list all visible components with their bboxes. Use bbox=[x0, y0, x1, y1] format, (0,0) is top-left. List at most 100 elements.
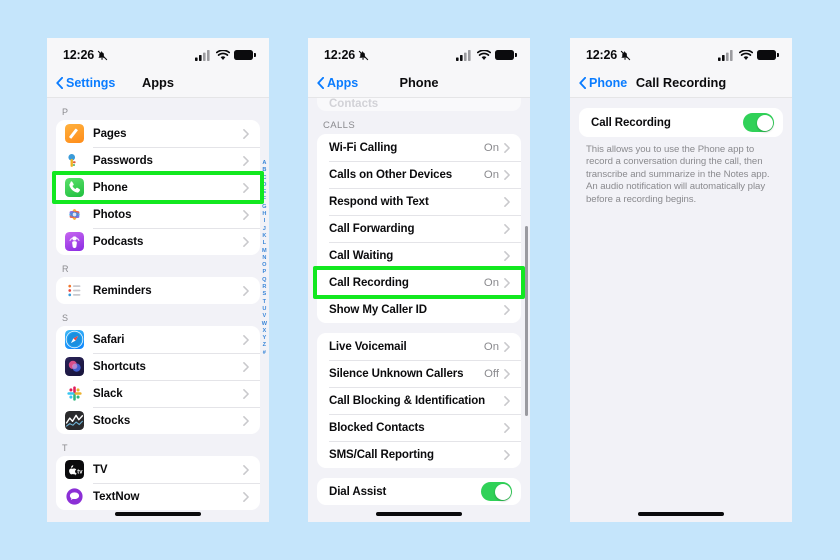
settings-row-call-forwarding[interactable]: Call Forwarding bbox=[317, 215, 521, 242]
call-recording-toggle[interactable] bbox=[743, 113, 774, 132]
chevron-right-icon bbox=[243, 128, 249, 139]
app-row-stocks[interactable]: Stocks bbox=[56, 407, 260, 434]
settings-group-2: Dial Assist bbox=[317, 478, 521, 505]
back-button-apps[interactable]: Apps bbox=[308, 76, 358, 90]
app-row-podcasts[interactable]: Podcasts bbox=[56, 228, 260, 255]
settings-row-call-blocking-identification[interactable]: Call Blocking & Identification bbox=[317, 387, 521, 414]
chevron-right-icon bbox=[504, 368, 510, 379]
alpha-index-e[interactable]: E bbox=[262, 189, 266, 196]
status-time: 12:26 bbox=[63, 48, 94, 62]
alpha-index-j[interactable]: J bbox=[263, 226, 266, 233]
app-group-r: Reminders bbox=[56, 277, 260, 304]
section-header-r: R bbox=[62, 264, 69, 274]
settings-row-respond-with-text[interactable]: Respond with Text bbox=[317, 188, 521, 215]
alpha-index-q[interactable]: Q bbox=[262, 277, 266, 284]
settings-row-show-my-caller-id[interactable]: Show My Caller ID bbox=[317, 296, 521, 323]
settings-group-1: Live Voicemail On Silence Unknown Callers O… bbox=[317, 333, 521, 468]
section-header-p: P bbox=[62, 107, 69, 117]
app-row-shortcuts[interactable]: Shortcuts bbox=[56, 353, 260, 380]
section-header-calls: CALLS bbox=[323, 120, 356, 131]
app-group-p: Pages Passwords Phone Photos Podcasts bbox=[56, 120, 260, 255]
settings-row-dial-assist[interactable]: Dial Assist bbox=[317, 478, 521, 505]
alpha-index-b[interactable]: B bbox=[262, 167, 266, 174]
status-bar: 12:26 bbox=[308, 38, 530, 68]
app-row-phone[interactable]: Phone bbox=[56, 174, 260, 201]
back-button-label: Settings bbox=[66, 75, 116, 90]
call-recording-label: Call Recording bbox=[591, 116, 671, 129]
settings-row-label: SMS/Call Reporting bbox=[329, 448, 434, 461]
alpha-index-z[interactable]: Z bbox=[263, 342, 266, 349]
bell-slash-icon bbox=[358, 50, 369, 60]
chevron-right-icon bbox=[504, 395, 510, 406]
alpha-index-w[interactable]: W bbox=[262, 321, 267, 328]
app-row-label: Shortcuts bbox=[93, 360, 146, 373]
alpha-index-t[interactable]: T bbox=[263, 299, 266, 306]
app-row-reminders[interactable]: Reminders bbox=[56, 277, 260, 304]
app-row-label: TextNow bbox=[93, 490, 140, 503]
back-button-label: Phone bbox=[589, 75, 628, 90]
alpha-index-s[interactable]: S bbox=[262, 291, 266, 298]
app-row-textnow[interactable]: TextNow bbox=[56, 483, 260, 510]
settings-row-call-waiting[interactable]: Call Waiting bbox=[317, 242, 521, 269]
app-row-slack[interactable]: Slack bbox=[56, 380, 260, 407]
alpha-index-v[interactable]: V bbox=[262, 313, 266, 320]
alpha-index-y[interactable]: Y bbox=[262, 335, 266, 342]
alpha-index-u[interactable]: U bbox=[262, 306, 266, 313]
status-bar-right bbox=[718, 49, 779, 61]
chevron-right-icon bbox=[243, 415, 249, 426]
settings-row-sms-call-reporting[interactable]: SMS/Call Reporting bbox=[317, 441, 521, 468]
back-button-settings[interactable]: Settings bbox=[47, 76, 115, 90]
alpha-index-i[interactable]: I bbox=[264, 218, 266, 225]
alpha-index-g[interactable]: G bbox=[262, 204, 266, 211]
settings-row-calls-on-other-devices[interactable]: Calls on Other Devices On bbox=[317, 161, 521, 188]
phone-screen-phone-settings: 12:26 Apps Phone Contacts CALLS Wi-Fi Ca… bbox=[308, 38, 530, 522]
apps-list-scroll[interactable]: P Pages Passwords Phone Photos Podcasts R Remin… bbox=[47, 98, 269, 522]
alpha-index-r[interactable]: R bbox=[262, 284, 266, 291]
back-button-phone[interactable]: Phone bbox=[570, 76, 627, 90]
alpha-index-f[interactable]: F bbox=[263, 196, 266, 203]
chevron-right-icon bbox=[504, 277, 510, 288]
alpha-index-n[interactable]: N bbox=[262, 255, 266, 262]
wifi-icon bbox=[216, 49, 230, 60]
alpha-index-k[interactable]: K bbox=[262, 233, 266, 240]
home-indicator bbox=[115, 512, 201, 516]
alpha-index-m[interactable]: M bbox=[262, 248, 267, 255]
settings-row-label: Call Waiting bbox=[329, 249, 394, 262]
cellular-signal-icon bbox=[456, 49, 471, 61]
partial-row-contacts: Contacts bbox=[317, 98, 521, 111]
app-row-safari[interactable]: Safari bbox=[56, 326, 260, 353]
call-recording-toggle-row[interactable]: Call Recording bbox=[579, 108, 783, 137]
app-row-passwords[interactable]: Passwords bbox=[56, 147, 260, 174]
wifi-icon bbox=[477, 49, 491, 60]
app-row-tv[interactable]: tv TV bbox=[56, 456, 260, 483]
photos-app-icon bbox=[65, 205, 84, 224]
bell-slash-icon bbox=[97, 50, 108, 60]
alpha-index-hash[interactable]: # bbox=[263, 350, 266, 357]
section-header-s: S bbox=[62, 313, 69, 323]
settings-row-live-voicemail[interactable]: Live Voicemail On bbox=[317, 333, 521, 360]
alpha-index-h[interactable]: H bbox=[262, 211, 266, 218]
app-row-label: Podcasts bbox=[93, 235, 144, 248]
settings-row-call-recording[interactable]: Call Recording On bbox=[317, 269, 521, 296]
alphabet-index[interactable]: A B C D E F G H I J K L M N O P Q R S T U V W X Y Z # bbox=[262, 160, 267, 357]
settings-row-blocked-contacts[interactable]: Blocked Contacts bbox=[317, 414, 521, 441]
chevron-right-icon bbox=[504, 223, 510, 234]
phone-settings-scroll[interactable]: Contacts CALLS Wi-Fi Calling On Calls on Ot… bbox=[308, 98, 530, 522]
app-row-pages[interactable]: Pages bbox=[56, 120, 260, 147]
alpha-index-x[interactable]: X bbox=[262, 328, 266, 335]
settings-row-wi-fi-calling[interactable]: Wi-Fi Calling On bbox=[317, 134, 521, 161]
alpha-index-o[interactable]: O bbox=[262, 262, 266, 269]
scrollbar[interactable] bbox=[524, 226, 528, 416]
settings-row-silence-unknown-callers[interactable]: Silence Unknown Callers Off bbox=[317, 360, 521, 387]
alpha-index-l[interactable]: L bbox=[263, 240, 266, 247]
alpha-index-a[interactable]: A bbox=[262, 160, 266, 167]
alpha-index-p[interactable]: P bbox=[262, 269, 266, 276]
alpha-index-c[interactable]: C bbox=[262, 175, 266, 182]
settings-row-label: Wi-Fi Calling bbox=[329, 141, 398, 154]
chevron-left-icon bbox=[317, 76, 324, 89]
app-row-photos[interactable]: Photos bbox=[56, 201, 260, 228]
dial-assist-toggle[interactable] bbox=[481, 482, 512, 501]
chevron-right-icon bbox=[243, 361, 249, 372]
alpha-index-d[interactable]: D bbox=[262, 182, 266, 189]
